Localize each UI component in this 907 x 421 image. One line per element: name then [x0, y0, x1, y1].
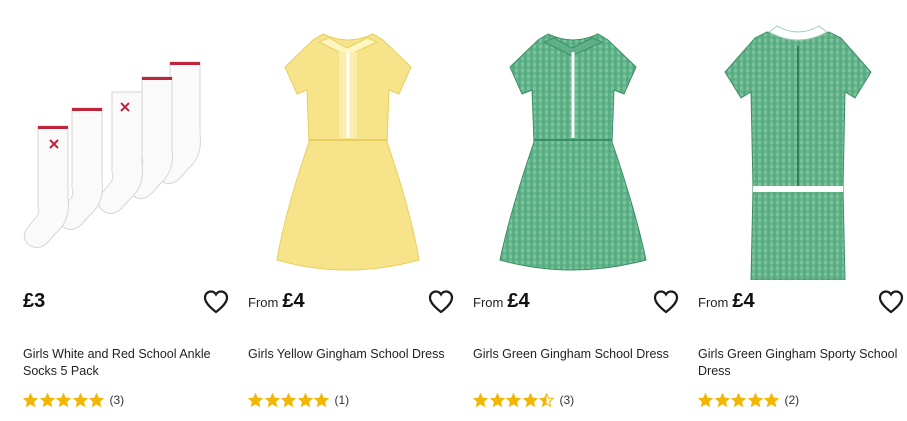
star-icon	[72, 392, 88, 407]
product-title[interactable]: Girls Yellow Gingham School Dress	[248, 346, 448, 363]
product-rating: (3)	[473, 391, 574, 409]
product-rating: (1)	[248, 391, 349, 409]
price-prefix: From	[473, 295, 504, 310]
star-icon	[506, 392, 521, 407]
star-icon	[764, 392, 779, 407]
star-icon	[281, 392, 296, 407]
star-icon	[731, 392, 746, 407]
star-icon	[314, 392, 329, 407]
product-grid: £3 Girls White and Red School Ankle Sock…	[0, 0, 907, 421]
star-icon	[23, 392, 38, 407]
price-prefix: From	[698, 295, 729, 310]
star-icon	[539, 392, 554, 407]
product-title[interactable]: Girls Green Gingham Sporty School Dress	[698, 346, 898, 380]
product-title[interactable]: Girls Green Gingham School Dress	[473, 346, 673, 363]
product-image[interactable]	[20, 12, 225, 280]
price-row: From £4	[473, 290, 679, 320]
wishlist-heart-icon[interactable]	[652, 288, 680, 316]
product-price: £3	[23, 290, 46, 312]
review-count: (2)	[784, 393, 800, 407]
price-row: From £4	[248, 290, 454, 320]
star-rating	[473, 392, 556, 408]
star-icon	[522, 392, 538, 407]
star-icon	[489, 392, 505, 407]
product-title[interactable]: Girls White and Red School Ankle Socks 5…	[23, 346, 223, 380]
yellow-dress-image	[276, 33, 420, 271]
product-card[interactable]: From £4 Girls Green Gingham Sporty School…	[695, 0, 904, 421]
star-icon	[39, 392, 55, 407]
product-card[interactable]: £3 Girls White and Red School Ankle Sock…	[20, 0, 229, 421]
star-rating	[248, 392, 331, 408]
star-icon	[56, 392, 71, 407]
product-image[interactable]	[245, 12, 450, 280]
socks-image	[23, 61, 201, 248]
star-icon	[297, 392, 313, 407]
product-price: £4	[732, 290, 755, 312]
product-card[interactable]: From £4 Girls Yellow Gingham School Dress…	[245, 0, 454, 421]
review-count: (1)	[334, 393, 350, 407]
star-rating	[698, 392, 781, 408]
wishlist-heart-icon[interactable]	[427, 288, 455, 316]
green-dress-image	[499, 33, 647, 271]
wishlist-heart-icon[interactable]	[202, 288, 230, 316]
star-icon	[248, 392, 263, 407]
price-row: From £4	[698, 290, 904, 320]
product-rating: (2)	[698, 391, 799, 409]
product-image[interactable]	[695, 12, 900, 280]
star-icon	[714, 392, 730, 407]
product-price: £4	[507, 290, 530, 312]
product-image[interactable]	[470, 12, 675, 280]
review-count: (3)	[109, 393, 125, 407]
wishlist-heart-icon[interactable]	[877, 288, 905, 316]
product-card[interactable]: From £4 Girls Green Gingham School Dress …	[470, 0, 679, 421]
product-price: £4	[282, 290, 305, 312]
star-icon	[89, 392, 104, 407]
price-row: £3	[23, 290, 229, 320]
star-rating	[23, 392, 106, 408]
price-prefix: From	[248, 295, 279, 310]
star-icon	[698, 392, 713, 407]
green-sporty-dress-image	[724, 25, 872, 280]
product-rating: (3)	[23, 391, 124, 409]
star-icon	[747, 392, 763, 407]
review-count: (3)	[559, 393, 575, 407]
star-icon	[473, 392, 488, 407]
star-icon	[264, 392, 280, 407]
